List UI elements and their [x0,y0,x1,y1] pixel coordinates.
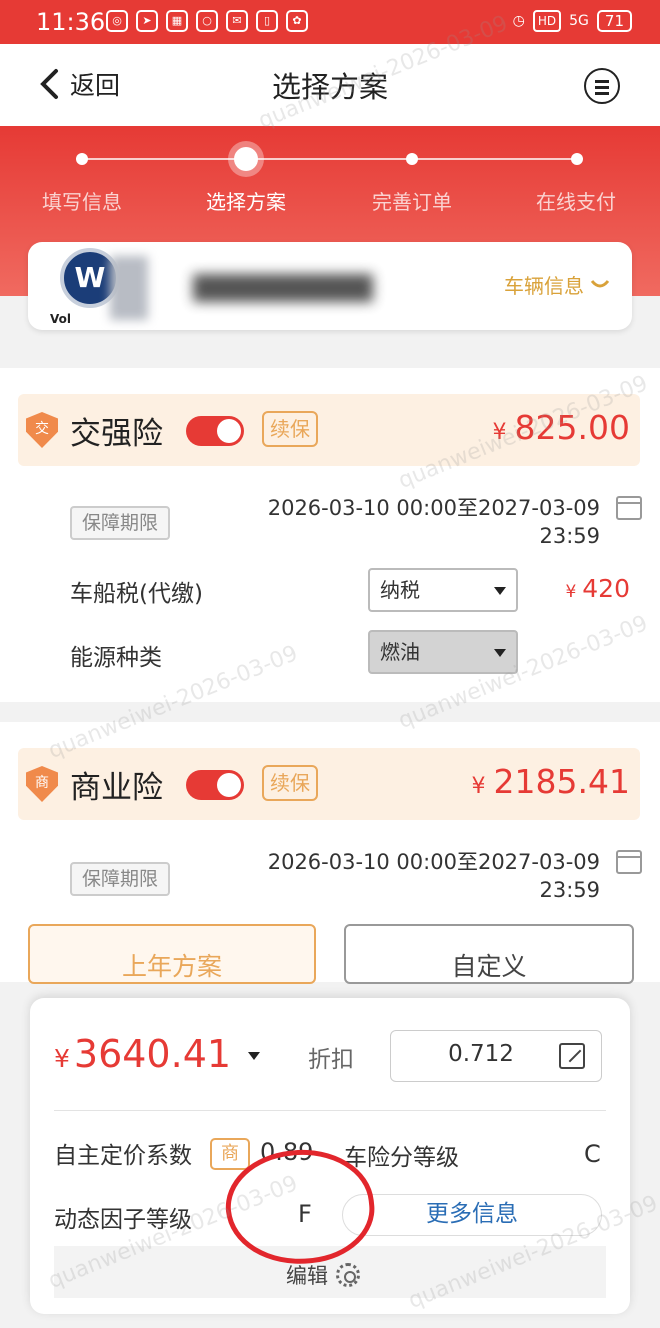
message-icon: ○ [196,10,218,32]
compulsory-toggle[interactable] [186,416,244,446]
page-title: 选择方案 [271,70,388,104]
chevron-down-icon [590,279,610,287]
battery-icon: 71 [596,10,632,32]
vehicle-info-label: 车辆信息 [504,274,584,298]
renew-badge: 续保 [262,765,318,801]
shield-icon: 交 [26,412,58,448]
price-summary-card: ¥3640.41 折扣 0.712 自主定价系数 商 0.89 车险分等级 C … [30,998,630,1314]
status-app-icons: ◎ ➤ ▦ ○ ✉ ▯ ✿ [106,10,308,32]
hd-icon: HD [532,10,562,32]
network-label: 5G [569,13,589,29]
commercial-badge: 商 [210,1138,250,1170]
period-end-time: 23:59 [539,878,600,902]
tab-custom-plan[interactable]: 自定义 [344,924,634,984]
vehicle-card: W Vol 车辆信息 [28,242,632,330]
dynamic-factor-label: 动态因子等级 [54,1207,192,1233]
compulsory-title: 交强险 [70,416,163,452]
step-dot-3 [406,153,418,165]
calendar-icon[interactable] [616,496,642,520]
vehicle-info-button[interactable]: 车辆信息 [504,270,610,299]
commercial-price-value: 2185.41 [493,762,630,801]
app-icon: ▦ [166,10,188,32]
send-icon: ➤ [136,10,158,32]
period-text[interactable]: 2026-03-10 00:00至2027-03-09 23:59 [180,848,600,904]
caret-down-icon[interactable] [248,1052,260,1060]
step-label-complete-order: 完善订单 [372,190,452,214]
shield-icon: 商 [26,766,58,802]
alarm-icon: ◷ [512,13,525,29]
compulsory-price: ¥825.00 [493,408,630,447]
currency-symbol: ¥ [471,774,486,799]
menu-icon[interactable] [584,68,620,104]
risk-grade-value: C [584,1140,601,1168]
brand-text: Vol [50,312,71,326]
step-dot-2 [234,147,258,171]
currency-symbol: ¥ [565,582,577,602]
shop-icon: ✿ [286,10,308,32]
step-label-fill-info: 填写信息 [42,190,122,214]
edit-label: 编辑 [286,1264,328,1288]
vehicle-tax-amount: ¥420 [565,574,630,603]
energy-type-option: 燃油 [380,640,420,664]
discount-label: 折扣 [308,1047,354,1073]
period-tag: 保障期限 [70,506,171,540]
chat-icon: ◎ [106,10,128,32]
energy-type-select[interactable]: 燃油 [368,630,518,674]
compulsory-insurance-section: 交 交强险 续保 ¥825.00 保障期限 2026-03-10 00:00至2… [0,368,660,702]
edit-button[interactable]: 编辑 [286,1260,360,1290]
total-price: ¥3640.41 [54,1032,231,1076]
discount-value: 0.712 [448,1041,514,1067]
step-label-online-payment: 在线支付 [536,190,616,214]
divider [54,1110,606,1111]
period-text[interactable]: 2026-03-10 00:00至2027-03-09 23:59 [180,494,600,550]
more-info-button[interactable]: 更多信息 [342,1194,602,1236]
energy-type-label: 能源种类 [70,645,162,671]
blurred-plate-number [193,274,373,302]
edit-icon[interactable] [559,1043,585,1069]
step-dot-4 [571,153,583,165]
tab-last-year-plan[interactable]: 上年方案 [28,924,316,984]
compulsory-header: 交 交强险 续保 ¥825.00 [18,394,640,466]
commercial-header: 商 商业险 续保 ¥2185.41 [18,748,640,820]
commercial-title: 商业险 [70,770,163,806]
period-range: 2026-03-10 00:00至2027-03-09 [267,496,600,520]
risk-grade-label: 车险分等级 [344,1145,459,1171]
discount-input[interactable]: 0.712 [390,1030,602,1082]
dynamic-factor-value: F [298,1200,312,1228]
status-time: 11:36 [36,8,106,36]
dropdown-caret-icon [494,649,506,657]
gear-icon [336,1263,360,1287]
pricing-coefficient-value: 0.89 [260,1138,314,1166]
total-price-value: 3640.41 [73,1032,232,1076]
mail-icon: ✉ [226,10,248,32]
commercial-price: ¥2185.41 [472,762,630,801]
period-tag: 保障期限 [70,862,171,896]
step-dot-1 [76,153,88,165]
vehicle-tax-option: 纳税 [380,578,420,602]
vehicle-tax-select[interactable]: 纳税 [368,568,518,612]
status-bar: 11:36 ◎ ➤ ▦ ○ ✉ ▯ ✿ ◷ HD 5G 71 [0,0,660,44]
steps-line [82,158,578,160]
commercial-toggle[interactable] [186,770,244,800]
blurred-image [110,256,148,320]
renew-badge: 续保 [262,411,318,447]
pricing-coefficient-label: 自主定价系数 [54,1143,192,1169]
book-icon: ▯ [256,10,278,32]
currency-symbol: ¥ [54,1044,70,1073]
dropdown-caret-icon [494,587,506,595]
vehicle-tax-value: 420 [582,574,630,603]
period-range: 2026-03-10 00:00至2027-03-09 [267,850,600,874]
calendar-icon[interactable] [616,850,642,874]
compulsory-price-value: 825.00 [514,408,630,447]
period-end-time: 23:59 [539,524,600,548]
vehicle-tax-label: 车船税(代缴) [70,581,203,607]
step-label-select-plan: 选择方案 [206,190,286,214]
currency-symbol: ¥ [492,420,507,445]
status-right: ◷ HD 5G 71 [513,10,632,32]
nav-bar: 返回 选择方案 [0,44,660,126]
